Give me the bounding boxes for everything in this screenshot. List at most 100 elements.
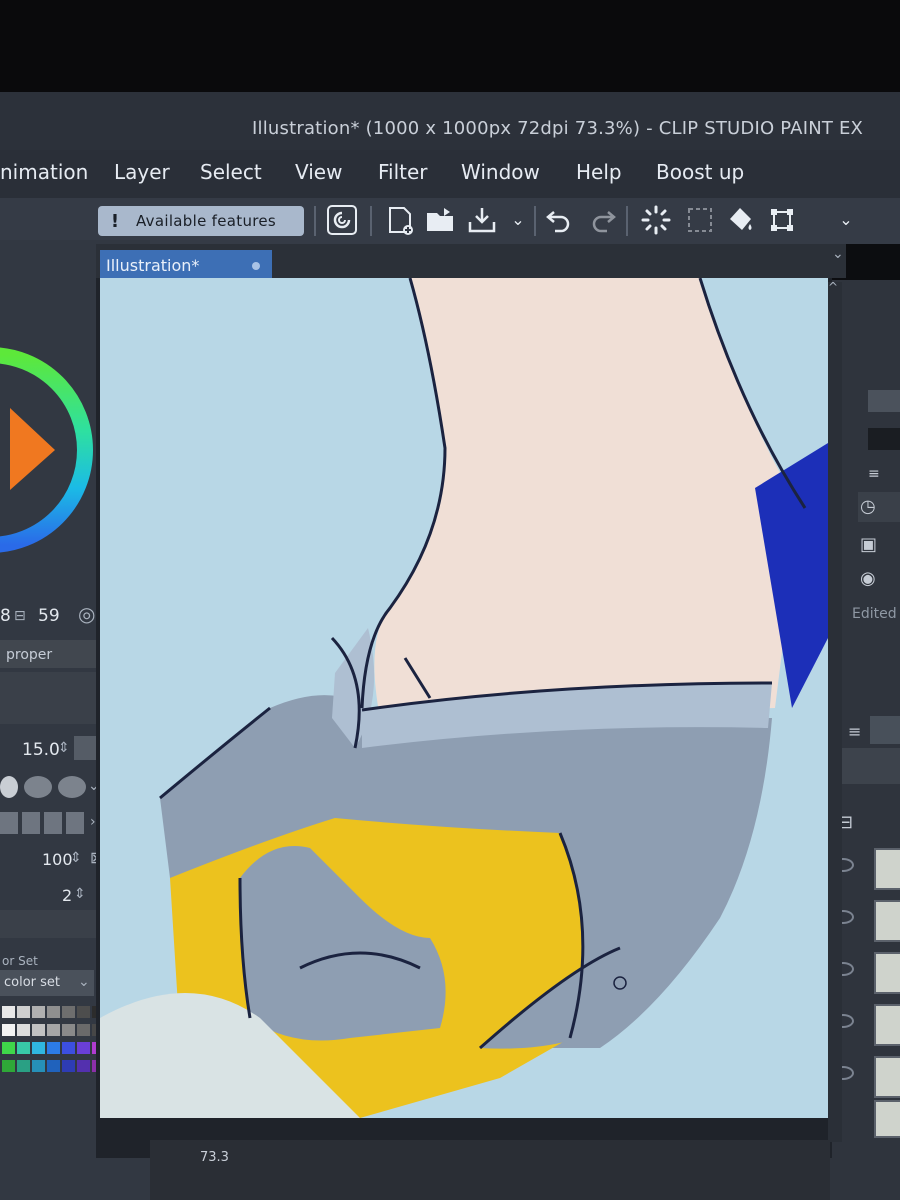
stepper-icon[interactable]: ⇕ (74, 886, 86, 902)
texture-cell[interactable] (22, 812, 40, 834)
menu-icon[interactable]: ≡ (868, 466, 880, 482)
brush-size-value[interactable]: 15.0 (22, 740, 60, 760)
color-swatch[interactable] (32, 1006, 45, 1018)
redo-icon[interactable] (586, 204, 618, 236)
blend-mode-select[interactable] (840, 748, 900, 784)
chevron-down-icon[interactable]: ⌄ (502, 204, 534, 236)
menu-icon[interactable]: ≡ (848, 722, 861, 741)
color-swatch[interactable] (2, 1060, 15, 1072)
navigator-button[interactable] (868, 390, 900, 412)
color-swatch[interactable] (47, 1006, 60, 1018)
menu-help[interactable]: Help (576, 160, 622, 184)
available-features-label: Available features (136, 212, 277, 230)
available-features-button[interactable]: ! Available features (98, 206, 304, 236)
layer-thumbnail[interactable] (874, 848, 900, 890)
brush-counter-b: 59 (38, 606, 60, 626)
texture-cell[interactable] (66, 812, 84, 834)
monitor-bezel (0, 0, 900, 92)
stepper-icon[interactable]: ⇕ (58, 740, 70, 756)
tool-property-tab[interactable]: proper (6, 647, 52, 663)
transform-icon[interactable] (766, 204, 798, 236)
layer-thumbnail[interactable] (874, 1056, 900, 1098)
unsaved-dot-icon (252, 262, 260, 270)
layer-mini-icon: ⊟ (14, 608, 26, 624)
layer-tab[interactable] (870, 716, 900, 744)
brush-tip-preset[interactable] (58, 776, 86, 798)
brush-tip-preset[interactable] (24, 776, 52, 798)
stabilization-value[interactable]: 2 (62, 886, 72, 905)
view-toggle-icon[interactable]: ◎ (78, 602, 95, 626)
color-swatch[interactable] (62, 1006, 75, 1018)
color-swatch[interactable] (17, 1024, 30, 1036)
texture-cell[interactable] (44, 812, 62, 834)
color-swatch[interactable] (32, 1060, 45, 1072)
new-file-icon[interactable] (384, 204, 416, 236)
color-swatch[interactable] (62, 1024, 75, 1036)
layer-thumbnail[interactable] (874, 1100, 900, 1138)
toolbar-separator (370, 206, 372, 236)
color-set-name: color set (4, 975, 61, 990)
border-effect-icon[interactable]: ◷ (860, 496, 876, 517)
color-set-header: or Set (2, 954, 38, 968)
layer-thumbnail[interactable] (874, 900, 900, 942)
toolbar-separator (314, 206, 316, 236)
menu-window[interactable]: Window (461, 160, 540, 184)
status-bar (150, 1140, 830, 1200)
color-swatch[interactable] (47, 1024, 60, 1036)
texture-cell[interactable] (0, 812, 18, 834)
layer-status-label: Edited (852, 606, 897, 622)
chevron-down-icon[interactable]: ⌄ (832, 246, 844, 262)
save-icon[interactable] (466, 204, 498, 236)
fill-icon[interactable] (724, 204, 756, 236)
color-swatch[interactable] (17, 1060, 30, 1072)
zoom-readout[interactable]: 73.3 (200, 1150, 229, 1165)
color-swatch[interactable] (32, 1024, 45, 1036)
color-swatch[interactable] (77, 1024, 90, 1036)
tone-icon[interactable]: ▣ (860, 534, 877, 555)
menu-filter[interactable]: Filter (378, 160, 428, 184)
chevron-down-icon[interactable]: ⌄ (830, 204, 862, 236)
color-swatch[interactable] (17, 1006, 30, 1018)
transparent-icon[interactable] (684, 204, 716, 236)
color-swatch[interactable] (2, 1042, 15, 1054)
companion-icon[interactable] (326, 204, 358, 236)
color-swatch[interactable] (62, 1060, 75, 1072)
color-swatch[interactable] (2, 1006, 15, 1018)
chevron-down-icon[interactable]: ⌄ (78, 974, 90, 990)
color-swatch[interactable] (47, 1060, 60, 1072)
canvas-scrollbar[interactable] (828, 282, 842, 1142)
loading-icon[interactable] (640, 204, 672, 236)
scroll-up-icon[interactable]: ^ (828, 280, 838, 294)
layer-thumbnail[interactable] (874, 1004, 900, 1046)
menu-animation[interactable]: nimation (0, 160, 88, 184)
toolbar-separator (626, 206, 628, 236)
color-wheel[interactable] (0, 300, 100, 600)
stepper-icon[interactable]: ⇕ (70, 850, 82, 866)
undo-icon[interactable] (544, 204, 576, 236)
menu-layer[interactable]: Layer (114, 160, 170, 184)
color-layer-icon[interactable]: ◉ (860, 568, 876, 589)
color-swatch[interactable] (47, 1042, 60, 1054)
window-title: Illustration* (1000 x 1000px 72dpi 73.3%… (252, 118, 864, 139)
exclamation-icon: ! (110, 210, 120, 232)
layer-preview-swatch (868, 428, 900, 450)
color-swatch[interactable] (2, 1024, 15, 1036)
pen-pressure-icon[interactable] (74, 736, 98, 760)
menu-view[interactable]: View (295, 160, 342, 184)
chevron-right-icon[interactable]: › (90, 814, 96, 830)
toolbar-separator (534, 206, 536, 236)
layer-thumbnail[interactable] (874, 952, 900, 994)
color-swatch[interactable] (77, 1006, 90, 1018)
document-tab-label: Illustration* (106, 256, 200, 275)
color-swatch[interactable] (17, 1042, 30, 1054)
color-swatch[interactable] (77, 1060, 90, 1072)
open-folder-icon[interactable] (424, 204, 456, 236)
menu-select[interactable]: Select (200, 160, 262, 184)
drawing-canvas[interactable] (100, 278, 828, 1118)
brush-tip-preset[interactable] (0, 776, 18, 798)
color-swatch[interactable] (77, 1042, 90, 1054)
opacity-value[interactable]: 100 (42, 850, 73, 869)
color-swatch[interactable] (32, 1042, 45, 1054)
menu-boost-up[interactable]: Boost up (656, 160, 744, 184)
color-swatch[interactable] (62, 1042, 75, 1054)
